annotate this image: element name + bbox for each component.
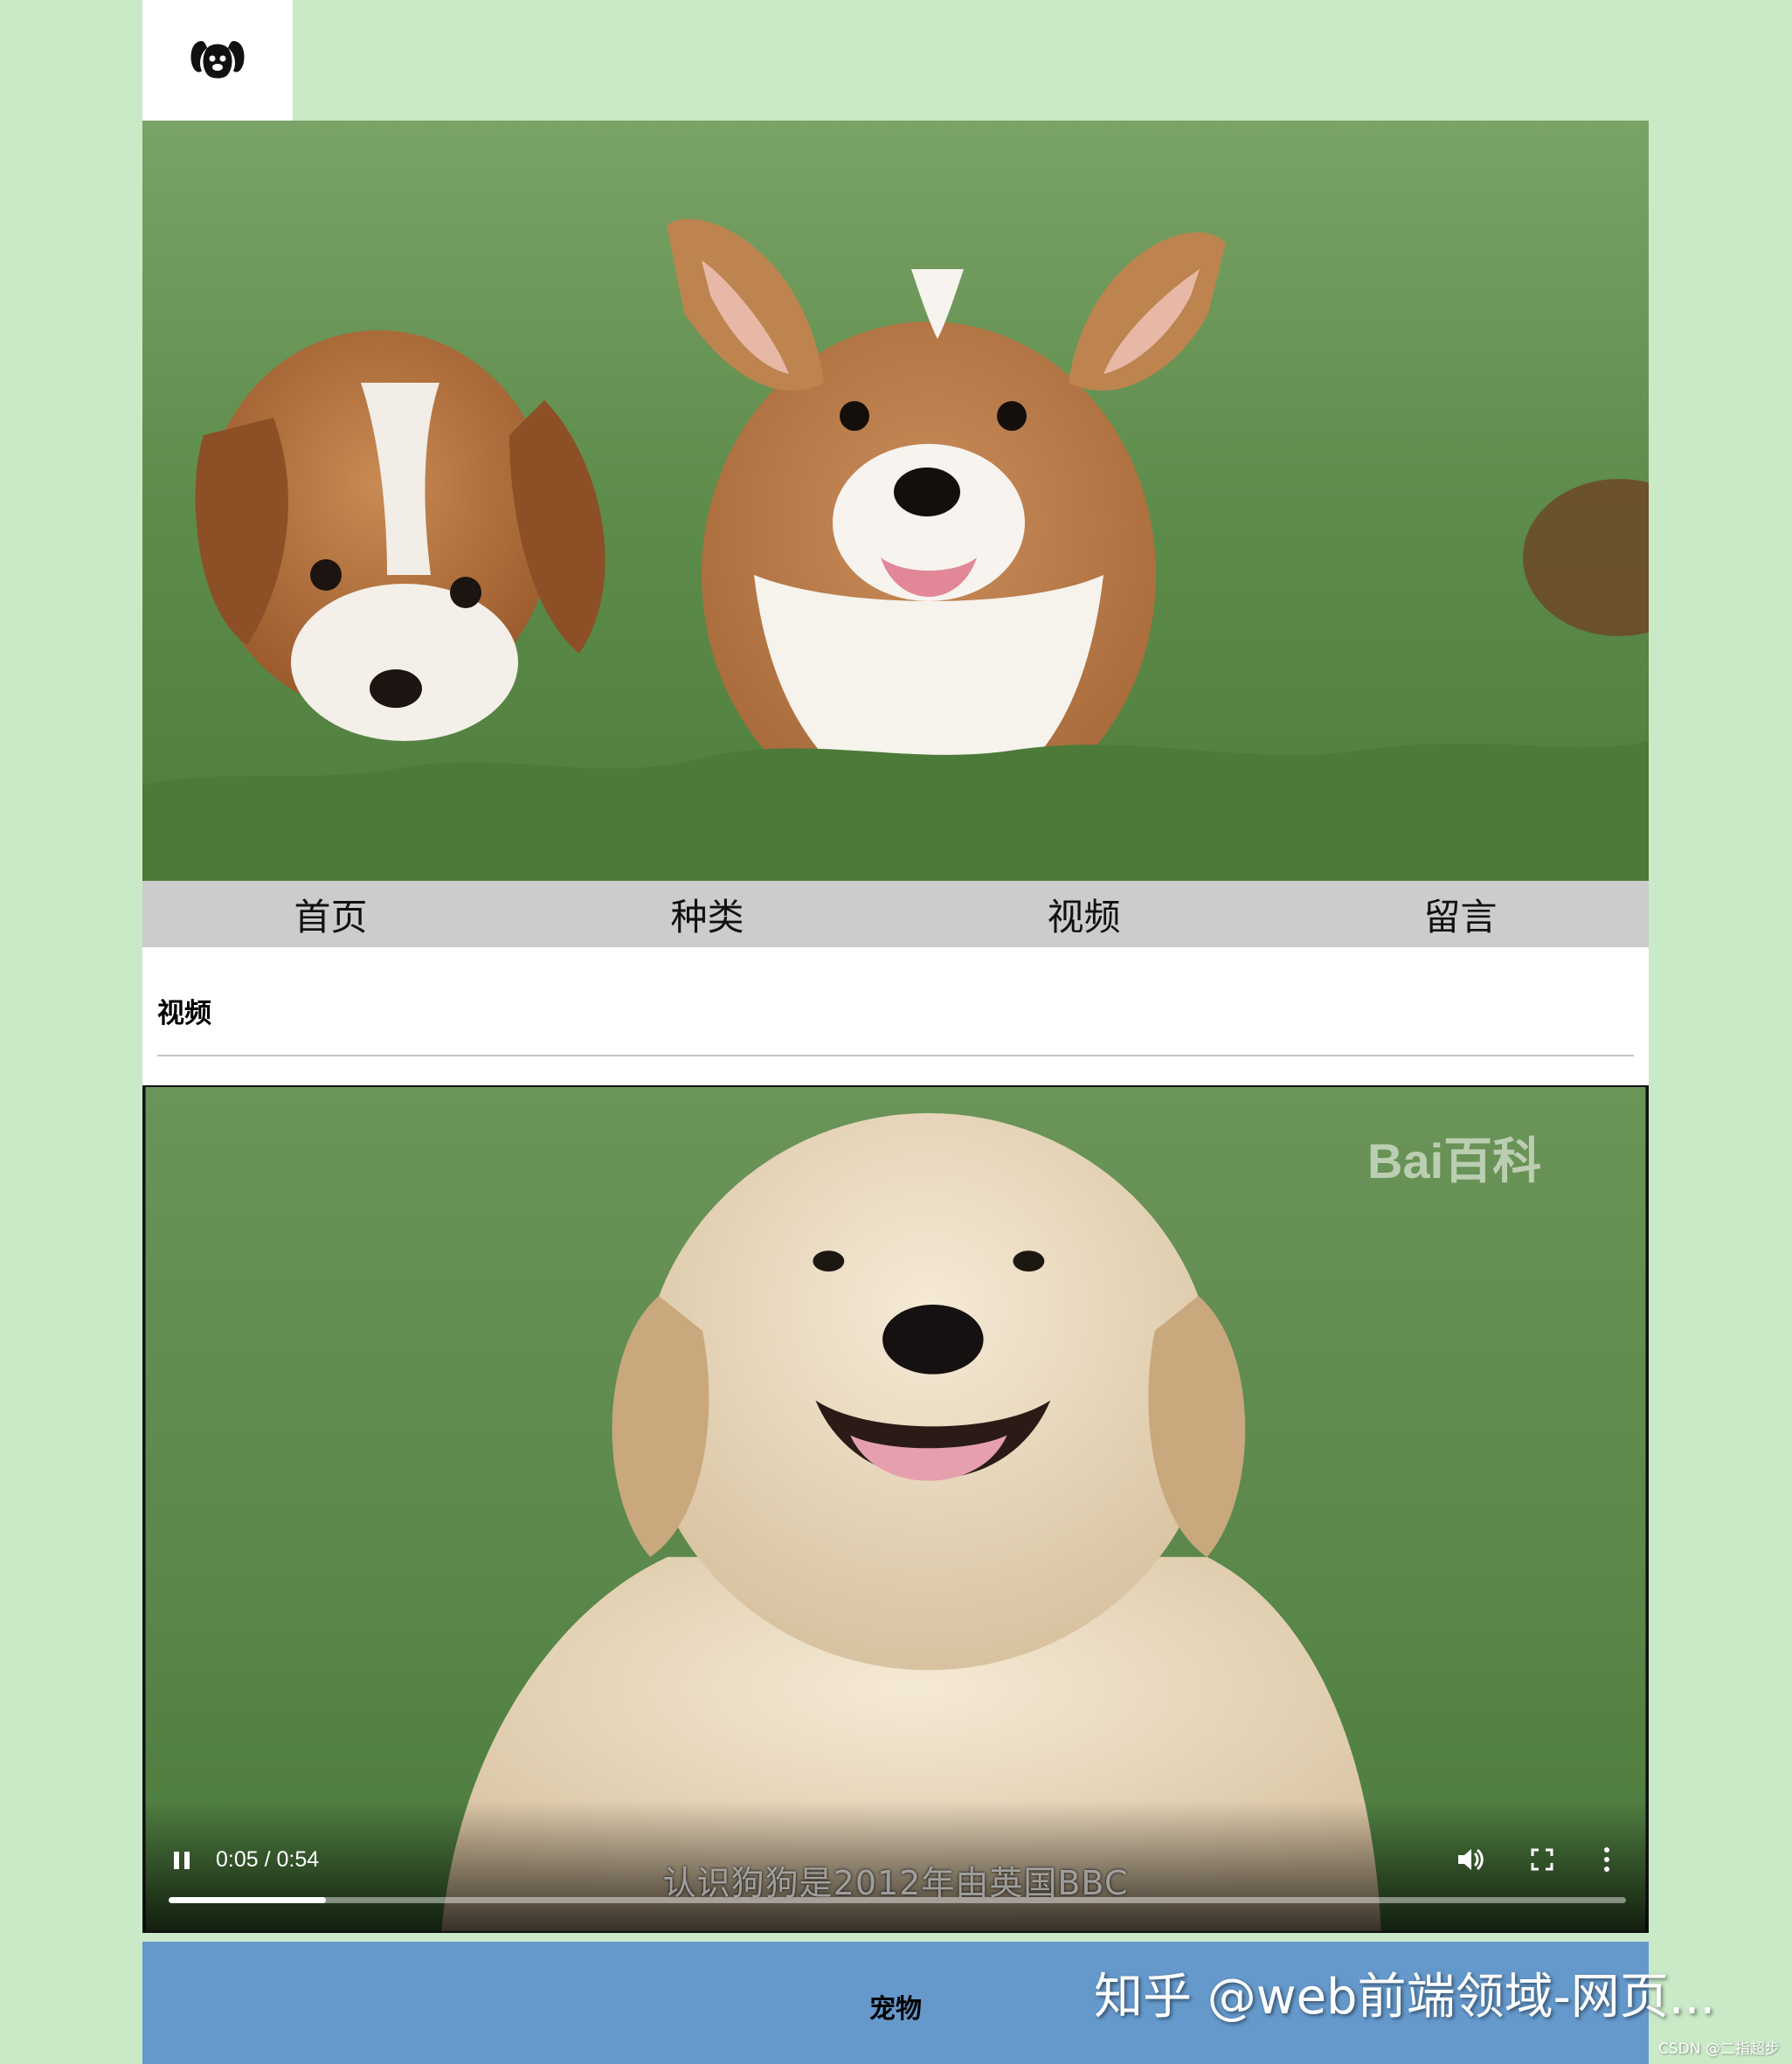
- more-options-icon[interactable]: [1598, 1844, 1616, 1875]
- volume-icon[interactable]: [1455, 1844, 1486, 1875]
- nav-item-messages[interactable]: 留言: [1272, 881, 1649, 947]
- main-nav: 首页 种类 视频 留言: [142, 881, 1649, 947]
- page: 首页 种类 视频 留言 视频 Bai百科 认识狗狗是2012年由英国BBC 0:…: [142, 0, 1649, 2064]
- corgi-puppies-illustration: [142, 121, 1649, 881]
- banner-image: [142, 121, 1649, 881]
- fullscreen-icon[interactable]: [1528, 1846, 1556, 1874]
- nav-item-breeds[interactable]: 种类: [519, 881, 896, 947]
- header-logo[interactable]: [142, 0, 293, 121]
- nav-item-home[interactable]: 首页: [142, 881, 519, 947]
- video-watermark-logo: Bai百科: [1367, 1133, 1542, 1188]
- video-time: 0:05 / 0:54: [216, 1847, 320, 1872]
- pause-icon[interactable]: [169, 1847, 195, 1874]
- nav-item-videos[interactable]: 视频: [896, 881, 1272, 947]
- video-progress-bar[interactable]: [169, 1897, 1626, 1903]
- section-title: 视频: [157, 998, 211, 1029]
- section-divider: [157, 1055, 1634, 1056]
- content-section: 视频: [142, 947, 1649, 1085]
- zhihu-watermark: 知乎 @web前端领域-网页...: [1094, 1969, 1716, 2026]
- dog-paw-logo-icon: [190, 41, 245, 79]
- video-player[interactable]: Bai百科 认识狗狗是2012年由英国BBC 0:05 / 0:54: [142, 1085, 1649, 1933]
- csdn-watermark: CSDN @二指超步: [1658, 2040, 1780, 2058]
- video-progress-fill: [169, 1897, 327, 1903]
